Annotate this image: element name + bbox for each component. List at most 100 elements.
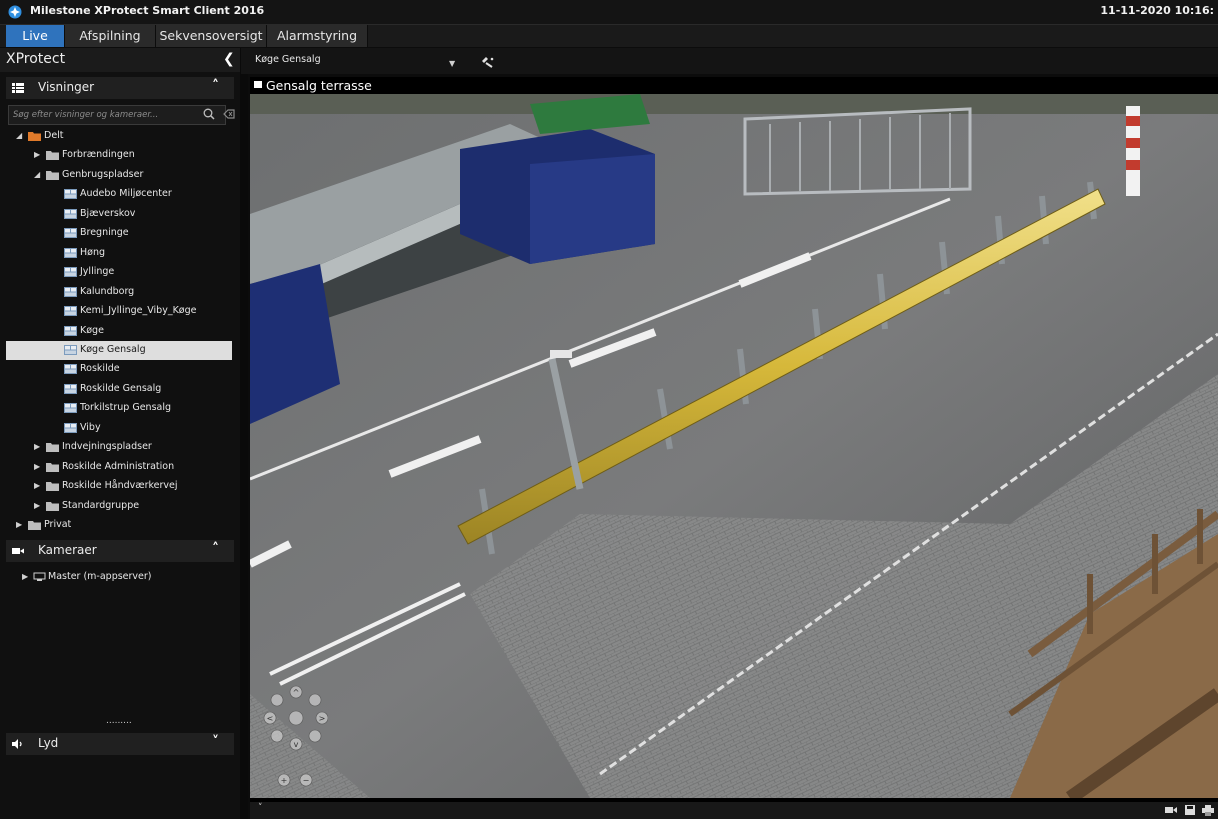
tree-view-item[interactable]: Roskilde Gensalg — [6, 380, 232, 399]
view-layout-icon — [64, 422, 77, 433]
tree-item-label: Indvejningspladser — [62, 441, 152, 453]
search-input[interactable] — [13, 107, 197, 122]
tree-folder-item[interactable]: ▶ Privat — [6, 516, 232, 535]
clear-search-icon[interactable] — [222, 107, 236, 121]
grid-icon — [12, 83, 24, 93]
tree-item-label: Bregninge — [80, 227, 129, 239]
speaker-icon — [12, 739, 22, 749]
chevron-down-icon[interactable]: ˅ — [258, 803, 263, 813]
tree-item-label: Privat — [44, 519, 72, 530]
folder-icon — [46, 462, 59, 472]
expand-arrow-icon[interactable]: ▶ — [34, 150, 40, 159]
expand-arrow-icon[interactable]: ▶ — [34, 462, 40, 471]
title-bar: Milestone XProtect Smart Client 2016 11-… — [0, 0, 1218, 25]
expand-arrow-icon[interactable]: ▶ — [34, 501, 40, 510]
view-layout-icon — [64, 208, 77, 219]
folder-icon — [28, 521, 41, 530]
tree-item-label: Køge — [80, 324, 104, 336]
panel-header: XProtect ❮ — [0, 48, 240, 72]
chevron-up-icon[interactable]: ˄ — [212, 541, 219, 557]
expand-arrow-icon[interactable]: ▶ — [34, 481, 40, 490]
collapse-arrow-icon[interactable]: ◢ — [16, 131, 22, 140]
expand-arrow-icon[interactable]: ▶ — [16, 520, 22, 529]
clock: 11-11-2020 10:16: — [1100, 4, 1214, 17]
setup-icon[interactable] — [480, 55, 496, 69]
ptz-controls[interactable]: ^ < > v + − — [258, 684, 328, 794]
search-icon[interactable] — [203, 108, 215, 120]
tree-view-item[interactable]: Køge — [6, 322, 232, 341]
tree-item-label: Delt — [44, 130, 64, 141]
milestone-logo-icon — [8, 5, 22, 19]
svg-text:+: + — [281, 776, 288, 785]
tree-folder-item[interactable]: ▶ Roskilde Administration — [6, 458, 232, 477]
dropdown-arrow-icon[interactable]: ▼ — [449, 59, 455, 68]
camera-icon — [12, 548, 24, 554]
svg-text:^: ^ — [293, 688, 300, 697]
panel-splitter[interactable] — [240, 48, 248, 819]
chevron-up-icon[interactable]: ˄ — [212, 78, 219, 94]
tree-view-item[interactable]: Køge Gensalg — [6, 340, 232, 360]
views-section-label: Visninger — [38, 80, 95, 94]
tree-view-item[interactable]: Viby — [6, 419, 232, 438]
tree-folder-item[interactable]: ◢ Genbrugspladser — [6, 166, 232, 185]
tree-view-item[interactable]: Bregninge — [6, 224, 232, 243]
splitter-handle[interactable]: ......... — [106, 716, 132, 726]
tab-playback[interactable]: Afspilning — [65, 25, 156, 47]
view-layout-icon — [64, 403, 77, 414]
record-camera-icon[interactable] — [1165, 805, 1177, 815]
camera-flag-icon — [254, 81, 262, 88]
tree-view-item[interactable]: Kemi_Jyllinge_Viby_Køge — [6, 302, 232, 321]
view-name: Køge Gensalg — [255, 54, 321, 65]
view-toolbar: Køge Gensalg ▼ — [241, 48, 1218, 74]
print-icon[interactable] — [1202, 805, 1214, 816]
cameras-section-label: Kameraer — [38, 543, 97, 557]
tree-item-label: Høng — [80, 246, 106, 258]
expand-arrow-icon[interactable]: ▶ — [22, 572, 28, 581]
camera-bottom-bar: ˅ — [250, 802, 1218, 819]
left-panel: XProtect ❮ Visninger ˄ Kameraer ˄ ▶ — [0, 48, 241, 819]
tree-view-item[interactable]: Bjæverskov — [6, 205, 232, 224]
tab-alarm-manager[interactable]: Alarmstyring — [267, 25, 368, 47]
view-layout-icon — [64, 306, 77, 317]
tree-view-item[interactable]: Jyllinge — [6, 263, 232, 282]
tree-folder-item[interactable]: ▶ Standardgruppe — [6, 497, 232, 516]
camera-server-label: Master (m-appserver) — [48, 571, 152, 582]
tree-view-item[interactable]: Kalundborg — [6, 283, 232, 302]
search-box — [8, 105, 226, 125]
chevron-down-icon[interactable]: ˅ — [212, 734, 219, 750]
collapse-arrow-icon[interactable]: ◢ — [34, 170, 40, 179]
tree-view-item[interactable]: Audebo Miljøcenter — [6, 185, 232, 204]
view-layout-icon — [64, 228, 77, 239]
folder-icon — [46, 443, 59, 453]
save-icon[interactable] — [1185, 805, 1195, 815]
audio-section-header[interactable]: Lyd ˅ — [6, 733, 234, 755]
tree-folder-item[interactable]: ▶ Forbrændingen — [6, 146, 232, 165]
tree-item-label: Torkilstrup Gensalg — [80, 402, 172, 414]
collapse-panel-icon[interactable]: ❮ — [223, 51, 235, 67]
view-layout-icon — [64, 267, 77, 278]
tree-view-item[interactable]: Roskilde — [6, 360, 232, 379]
view-selector[interactable]: Køge Gensalg — [255, 54, 465, 70]
camera-view[interactable]: Gensalg terrasse ^ < > v + − — [250, 77, 1218, 804]
view-layout-icon — [64, 247, 77, 258]
tree-folder-item[interactable]: ▶ Roskilde Håndværkervej — [6, 477, 232, 496]
camera-title: Gensalg terrasse — [266, 78, 372, 93]
cameras-section-header[interactable]: Kameraer ˄ — [6, 540, 234, 562]
tree-view-item[interactable]: Høng — [6, 244, 232, 263]
views-section-header[interactable]: Visninger ˄ — [6, 77, 234, 99]
tree-folder-item[interactable]: ◢ Delt — [6, 127, 232, 146]
camera-server-item[interactable]: ▶ Master (m-appserver) — [6, 568, 232, 587]
tree-item-label: Viby — [80, 421, 101, 433]
tree-item-label: Roskilde Gensalg — [80, 382, 162, 394]
camera-video-feed[interactable] — [250, 94, 1218, 798]
view-layout-icon — [64, 325, 77, 336]
view-layout-icon — [64, 344, 77, 355]
tree-item-label: Køge Gensalg — [80, 343, 146, 355]
tree-folder-item[interactable]: ▶ Indvejningspladser — [6, 438, 232, 457]
tab-live[interactable]: Live — [6, 25, 65, 47]
expand-arrow-icon[interactable]: ▶ — [34, 442, 40, 451]
tab-sequence-explorer[interactable]: Sekvensoversigt — [156, 25, 267, 47]
tree-view-item[interactable]: Torkilstrup Gensalg — [6, 399, 232, 418]
svg-text:<: < — [267, 714, 274, 723]
svg-text:−: − — [303, 776, 310, 785]
